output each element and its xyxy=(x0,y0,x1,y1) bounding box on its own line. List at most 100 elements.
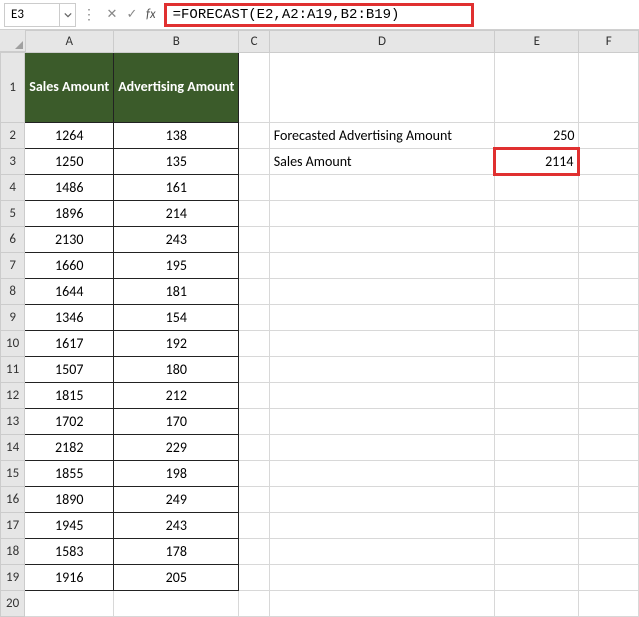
cell-D18[interactable] xyxy=(269,539,494,565)
cell-D3[interactable]: Sales Amount xyxy=(269,149,494,175)
cell-D4[interactable] xyxy=(269,175,494,201)
cell-A7[interactable]: 1660 xyxy=(25,253,114,279)
cell-B10[interactable]: 192 xyxy=(114,331,239,357)
row-header-4[interactable]: 4 xyxy=(1,175,25,201)
row-header-11[interactable]: 11 xyxy=(1,357,25,383)
col-header-E[interactable]: E xyxy=(495,31,579,53)
cell-B14[interactable]: 229 xyxy=(114,435,239,461)
cell-F8[interactable] xyxy=(579,279,639,305)
cell-E12[interactable] xyxy=(495,383,579,409)
cell-B4[interactable]: 161 xyxy=(114,175,239,201)
cell-A1[interactable]: Sales Amount xyxy=(25,53,114,123)
col-header-A[interactable]: A xyxy=(25,31,114,53)
cell-D6[interactable] xyxy=(269,227,494,253)
cell-A19[interactable]: 1916 xyxy=(25,565,114,591)
cell-B7[interactable]: 195 xyxy=(114,253,239,279)
cell-B13[interactable]: 170 xyxy=(114,409,239,435)
cell-D10[interactable] xyxy=(269,331,494,357)
cell-E6[interactable] xyxy=(495,227,579,253)
cell-C5[interactable] xyxy=(239,201,269,227)
cell-C16[interactable] xyxy=(239,487,269,513)
cell-D2[interactable]: Forecasted Advertising Amount xyxy=(269,123,494,149)
cell-F20[interactable] xyxy=(579,591,639,617)
select-all-corner[interactable] xyxy=(0,30,26,52)
name-box[interactable]: E3 xyxy=(4,3,60,27)
cell-F14[interactable] xyxy=(579,435,639,461)
cell-E1[interactable] xyxy=(495,53,579,123)
cell-F5[interactable] xyxy=(579,201,639,227)
cell-C13[interactable] xyxy=(239,409,269,435)
cell-F1[interactable] xyxy=(579,53,639,123)
cell-C17[interactable] xyxy=(239,513,269,539)
cell-A12[interactable]: 1815 xyxy=(25,383,114,409)
col-header-F[interactable]: F xyxy=(579,31,639,53)
cell-E9[interactable] xyxy=(495,305,579,331)
cell-A11[interactable]: 1507 xyxy=(25,357,114,383)
cell-C8[interactable] xyxy=(239,279,269,305)
cell-E10[interactable] xyxy=(495,331,579,357)
cell-E15[interactable] xyxy=(495,461,579,487)
cell-B6[interactable]: 243 xyxy=(114,227,239,253)
col-header-B[interactable]: B xyxy=(114,31,239,53)
cell-F11[interactable] xyxy=(579,357,639,383)
cell-D17[interactable] xyxy=(269,513,494,539)
cell-D15[interactable] xyxy=(269,461,494,487)
cell-A6[interactable]: 2130 xyxy=(25,227,114,253)
cell-C19[interactable] xyxy=(239,565,269,591)
cell-D7[interactable] xyxy=(269,253,494,279)
cell-F16[interactable] xyxy=(579,487,639,513)
name-box-dropdown[interactable] xyxy=(60,3,76,27)
cell-C11[interactable] xyxy=(239,357,269,383)
cell-C3[interactable] xyxy=(239,149,269,175)
cell-F12[interactable] xyxy=(579,383,639,409)
cell-F9[interactable] xyxy=(579,305,639,331)
cell-D5[interactable] xyxy=(269,201,494,227)
cell-D13[interactable] xyxy=(269,409,494,435)
cell-A10[interactable]: 1617 xyxy=(25,331,114,357)
cell-E5[interactable] xyxy=(495,201,579,227)
cell-F7[interactable] xyxy=(579,253,639,279)
cell-C9[interactable] xyxy=(239,305,269,331)
row-header-9[interactable]: 9 xyxy=(1,305,25,331)
row-header-13[interactable]: 13 xyxy=(1,409,25,435)
row-header-5[interactable]: 5 xyxy=(1,201,25,227)
cell-E4[interactable] xyxy=(495,175,579,201)
cell-A3[interactable]: 1250 xyxy=(25,149,114,175)
row-header-6[interactable]: 6 xyxy=(1,227,25,253)
cell-B9[interactable]: 154 xyxy=(114,305,239,331)
row-header-2[interactable]: 2 xyxy=(1,123,25,149)
cell-C2[interactable] xyxy=(239,123,269,149)
cell-C15[interactable] xyxy=(239,461,269,487)
cell-E17[interactable] xyxy=(495,513,579,539)
cell-D12[interactable] xyxy=(269,383,494,409)
cell-A18[interactable]: 1583 xyxy=(25,539,114,565)
cell-A20[interactable] xyxy=(25,591,114,617)
cell-B15[interactable]: 198 xyxy=(114,461,239,487)
row-header-3[interactable]: 3 xyxy=(1,149,25,175)
cell-F2[interactable] xyxy=(579,123,639,149)
cell-B3[interactable]: 135 xyxy=(114,149,239,175)
row-header-8[interactable]: 8 xyxy=(1,279,25,305)
cell-B16[interactable]: 249 xyxy=(114,487,239,513)
cell-E3[interactable]: 2114 xyxy=(495,149,579,175)
cell-A4[interactable]: 1486 xyxy=(25,175,114,201)
cell-D11[interactable] xyxy=(269,357,494,383)
row-header-18[interactable]: 18 xyxy=(1,539,25,565)
cell-B17[interactable]: 243 xyxy=(114,513,239,539)
cell-F13[interactable] xyxy=(579,409,639,435)
cell-F17[interactable] xyxy=(579,513,639,539)
row-header-15[interactable]: 15 xyxy=(1,461,25,487)
cell-C14[interactable] xyxy=(239,435,269,461)
formula-input[interactable]: =FORECAST(E2,A2:A19,B2:B19) xyxy=(164,3,474,27)
cell-B20[interactable] xyxy=(114,591,239,617)
cell-E11[interactable] xyxy=(495,357,579,383)
cell-A17[interactable]: 1945 xyxy=(25,513,114,539)
cell-A13[interactable]: 1702 xyxy=(25,409,114,435)
cell-C6[interactable] xyxy=(239,227,269,253)
col-header-C[interactable]: C xyxy=(239,31,269,53)
cell-B8[interactable]: 181 xyxy=(114,279,239,305)
cell-E7[interactable] xyxy=(495,253,579,279)
cell-B2[interactable]: 138 xyxy=(114,123,239,149)
cell-F10[interactable] xyxy=(579,331,639,357)
cell-B19[interactable]: 205 xyxy=(114,565,239,591)
